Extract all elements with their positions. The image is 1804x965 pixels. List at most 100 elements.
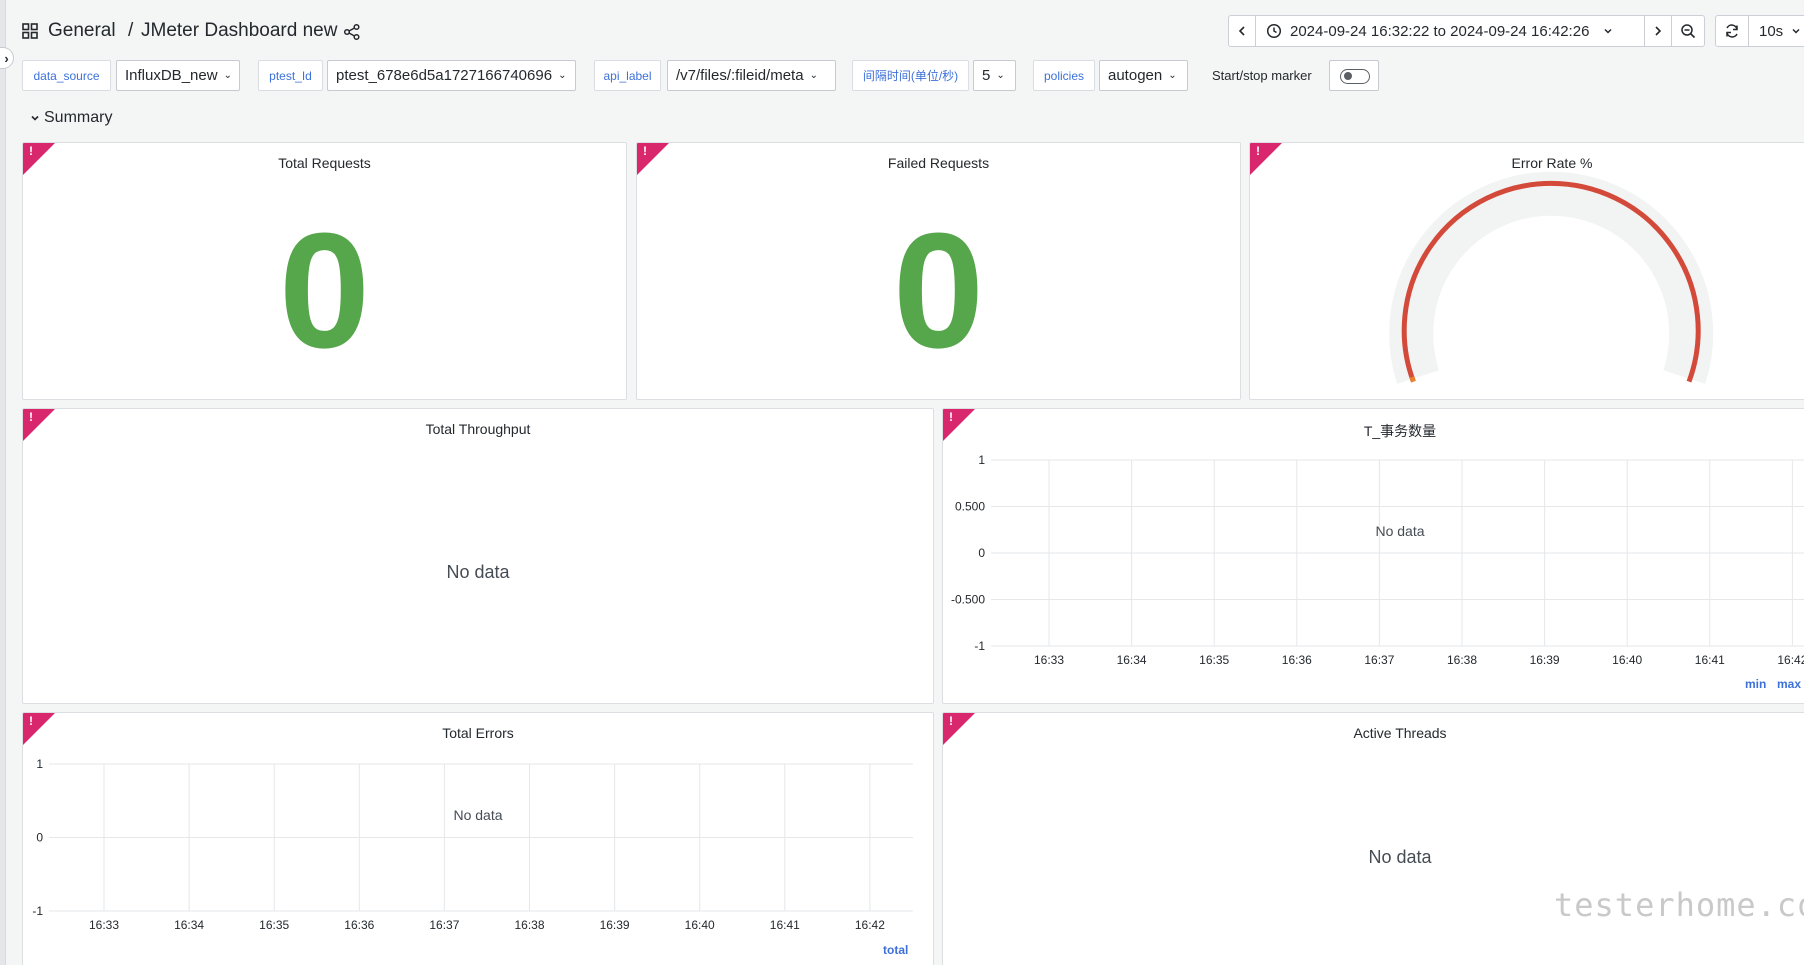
refresh-interval-picker[interactable]: 10s (1748, 15, 1804, 47)
x-tick-label: 16:40 (685, 918, 715, 932)
row-title: Summary (44, 109, 113, 126)
y-tick-label: 1 (36, 757, 43, 771)
zoom-out-icon (1681, 24, 1696, 39)
variable-select-policies[interactable]: autogen ⌄ (1099, 60, 1188, 91)
chevron-down-icon: ⌄ (996, 70, 1005, 81)
refresh-interval-value: 10s (1759, 22, 1784, 40)
panel-title: Failed Requests (887, 155, 990, 171)
toggle-track (1340, 69, 1370, 84)
variable-label-policies: policies (1033, 60, 1095, 91)
panel-title: Total Requests (278, 155, 371, 171)
chevron-down-icon: ⌄ (1168, 70, 1177, 81)
clock-icon (1266, 23, 1282, 39)
x-tick-label: 16:37 (429, 918, 459, 932)
variable-value-data-source: InfluxDB_new (125, 67, 218, 84)
chevron-down-icon (31, 115, 39, 121)
breadcrumb-separator: / (128, 20, 134, 41)
chevron-down-icon: ⌄ (223, 70, 232, 81)
time-shift-forward-button[interactable] (1644, 15, 1672, 47)
watermark: testerhome.com (1554, 886, 1804, 924)
no-data-message: No data (1368, 847, 1432, 867)
x-tick-label: 16:33 (1034, 653, 1064, 667)
time-shift-back-button[interactable] (1228, 15, 1256, 47)
x-tick-label: 16:38 (1447, 653, 1477, 667)
zoom-out-button[interactable] (1671, 15, 1705, 47)
variable-value-interval: 5 (982, 67, 991, 84)
start-stop-marker-label: Start/stop marker (1212, 68, 1312, 83)
panel-title: Active Threads (1353, 725, 1447, 741)
y-tick-label: 0 (36, 831, 43, 845)
panel-total-throughput[interactable]: ! Total Throughput No data (22, 408, 934, 704)
x-tick-label: 16:37 (1364, 653, 1394, 667)
x-tick-label: 16:42 (1777, 653, 1804, 667)
panel-transactions[interactable]: ! T_事务数量 1 0.500 0 -0.500 -1 16:33 16:34 16:35 1… (942, 408, 1804, 704)
dashboard-title[interactable]: JMeter Dashboard new (141, 20, 337, 42)
chevron-down-icon: ⌄ (558, 70, 567, 81)
x-tick-label: 16:34 (174, 918, 204, 932)
x-tick-label: 16:35 (1199, 653, 1229, 667)
apps-icon (22, 23, 38, 39)
panel-total-errors[interactable]: ! Total Errors 1 0 -1 16:33 16:34 16:35 16:36 1… (22, 712, 934, 965)
breadcrumb-general[interactable]: General (48, 20, 116, 42)
x-tick-label: 16:39 (1530, 653, 1560, 667)
start-stop-marker-toggle[interactable] (1329, 60, 1379, 91)
variable-label-interval: 间隔时间(单位/秒) (852, 60, 969, 91)
legend-max[interactable]: max (1777, 677, 1801, 691)
share-icon[interactable] (343, 23, 361, 41)
chevron-down-icon (1792, 28, 1800, 34)
x-tick-label: 16:33 (89, 918, 119, 932)
panel-failed-requests[interactable]: ! Failed Requests 0 (636, 142, 1241, 400)
refresh-icon (1726, 24, 1738, 38)
gauge-threshold-low (1409, 376, 1416, 383)
x-tick-label: 16:34 (1117, 653, 1147, 667)
chevron-right-icon (1655, 26, 1662, 36)
x-tick-label: 16:38 (514, 918, 544, 932)
panel-active-threads[interactable]: ! Active Threads No data (942, 712, 1804, 965)
no-data-message: No data (1375, 523, 1425, 539)
variable-select-api-label[interactable]: /v7/files/:fileid/meta ⌄ (667, 60, 836, 91)
variable-label-data-source: data_source (22, 60, 111, 91)
chevron-down-icon (1604, 28, 1612, 34)
no-data-message: No data (446, 562, 510, 582)
toggle-knob (1344, 72, 1352, 80)
variable-value-ptest-id: ptest_678e6d5a1727166740696 (336, 67, 553, 84)
variable-select-interval[interactable]: 5 ⌄ (973, 60, 1016, 91)
chevron-down-icon: ⌄ (809, 70, 818, 81)
variable-value-api-label: /v7/files/:fileid/meta (676, 67, 804, 84)
total-errors-chart: 1 0 -1 16:33 16:34 16:35 16:36 16:37 16:38 16:39 1… (32, 757, 913, 932)
variable-select-data-source[interactable]: InfluxDB_new ⌄ (116, 60, 240, 91)
y-tick-label: -1 (974, 639, 985, 653)
x-tick-label: 16:39 (600, 918, 630, 932)
panel-error-rate[interactable]: ! Error Rate % 0 (1249, 142, 1804, 400)
transactions-chart: 1 0.500 0 -0.500 -1 16:33 16:34 16:35 16:36 16:37… (951, 453, 1804, 667)
variable-select-ptest-id[interactable]: ptest_678e6d5a1727166740696 ⌄ (327, 60, 576, 91)
y-tick-label: 1 (978, 453, 985, 467)
no-data-message: No data (453, 807, 503, 823)
row-summary[interactable]: Summary (30, 109, 112, 127)
x-tick-label: 16:42 (855, 918, 885, 932)
y-tick-label: -0.500 (951, 593, 985, 607)
x-tick-label: 16:41 (1695, 653, 1725, 667)
x-tick-label: 16:40 (1612, 653, 1642, 667)
legend-min[interactable]: min (1745, 677, 1766, 691)
refresh-button[interactable] (1715, 15, 1749, 47)
x-tick-label: 16:36 (344, 918, 374, 932)
stat-value: 0 (892, 199, 985, 382)
x-tick-label: 16:35 (259, 918, 289, 932)
y-tick-label: -1 (32, 904, 43, 918)
left-rail (0, 0, 6, 965)
variable-value-policies: autogen (1108, 67, 1163, 84)
time-range-text: 2024-09-24 16:32:22 to 2024-09-24 16:42:… (1290, 22, 1590, 40)
top-bar: General / JMeter Dashboard new 2024-09-2… (6, 0, 1804, 64)
stat-value: 0 (278, 199, 371, 382)
gauge: 0 (1389, 171, 1714, 384)
legend-total[interactable]: total (883, 943, 908, 957)
panel-total-requests[interactable]: ! Total Requests 0 (22, 142, 627, 400)
time-range-picker[interactable]: 2024-09-24 16:32:22 to 2024-09-24 16:42:… (1255, 15, 1645, 47)
variable-label-ptest-id: ptest_Id (258, 60, 323, 91)
y-tick-label: 0 (978, 546, 985, 560)
chevron-left-icon (1238, 26, 1245, 36)
x-tick-label: 16:36 (1282, 653, 1312, 667)
x-tick-label: 16:41 (770, 918, 800, 932)
variable-label-api-label: api_label (594, 60, 661, 91)
